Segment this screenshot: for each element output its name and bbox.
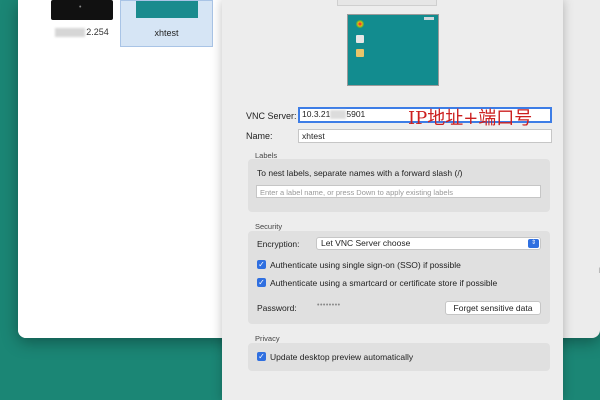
desktop-preview	[347, 14, 439, 86]
connection-thumbnail: •	[51, 0, 113, 20]
labels-group: To nest labels, separate names with a fo…	[248, 159, 550, 212]
connection-grid: • 2.254 xhtest	[18, 0, 222, 338]
security-group: Encryption: Let VNC Server choose ⇕ ✓ Au…	[248, 231, 550, 324]
redacted-region	[55, 28, 86, 38]
ip-port-annotation: IP地址+端口号	[408, 108, 533, 129]
sheet-top-strip	[337, 0, 437, 6]
forget-sensitive-data-button[interactable]: Forget sensitive data	[445, 301, 541, 315]
sso-checkbox[interactable]: ✓	[257, 260, 266, 269]
password-label: Password:	[257, 303, 297, 313]
folder-icon	[356, 49, 364, 57]
labels-hint: To nest labels, separate names with a fo…	[257, 168, 463, 178]
label-input[interactable]: Enter a label name, or press Down to app…	[256, 185, 541, 198]
connection-tile-selected[interactable]: xhtest	[120, 0, 213, 47]
connection-label: 2.254	[38, 27, 126, 38]
preview-menubar	[424, 17, 434, 20]
connection-tile[interactable]: • 2.254	[38, 0, 126, 46]
properties-sheet: VNC Server: 10.3.21 5901 IP地址+端口号 Name: x…	[222, 0, 563, 400]
smartcard-label: Authenticate using a smartcard or certif…	[270, 278, 498, 288]
preview-checkbox[interactable]: ✓	[257, 352, 266, 361]
name-label: Name:	[246, 131, 273, 141]
privacy-group: ✓ Update desktop preview automatically	[248, 343, 550, 371]
preview-label: Update desktop preview automatically	[270, 352, 414, 362]
encryption-label: Encryption:	[257, 239, 300, 249]
chevron-updown-icon: ⇕	[528, 239, 539, 248]
chrome-icon	[356, 20, 364, 28]
encryption-select[interactable]: Let VNC Server choose ⇕	[316, 237, 541, 250]
smartcard-checkbox[interactable]: ✓	[257, 278, 266, 287]
privacy-section-title: Privacy	[255, 334, 280, 343]
connection-label: xhtest	[154, 28, 179, 38]
redacted-region	[330, 110, 347, 120]
vnc-server-label: VNC Server:	[246, 111, 297, 121]
sso-label: Authenticate using single sign-on (SSO) …	[270, 260, 461, 270]
security-section-title: Security	[255, 222, 283, 231]
connection-thumbnail	[135, 1, 198, 18]
trash-icon	[356, 35, 364, 43]
name-input[interactable]: xhtest	[298, 129, 552, 143]
password-value: ••••••••	[317, 302, 341, 309]
